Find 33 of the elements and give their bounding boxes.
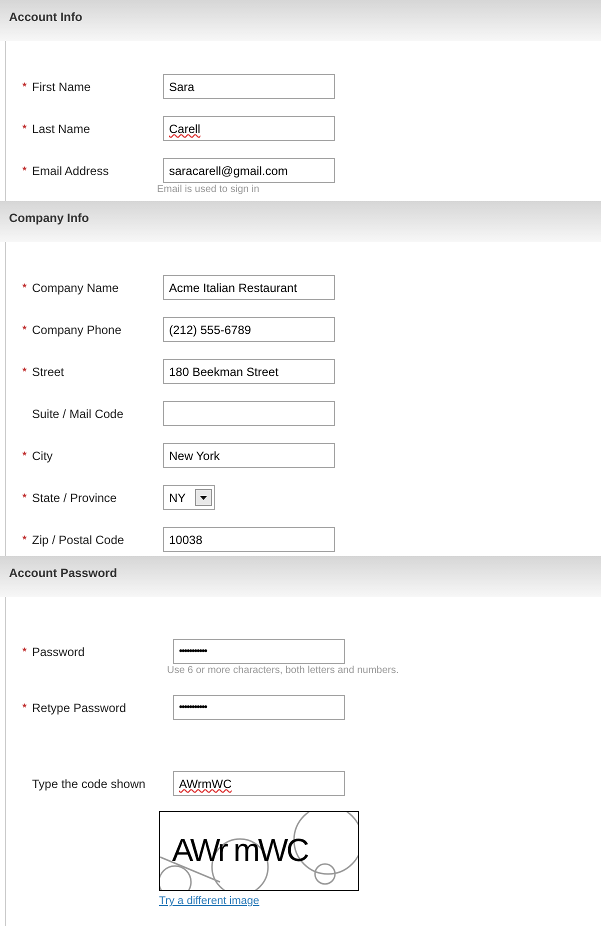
section-header: Account Password: [0, 556, 601, 597]
input-field[interactable]: (212) 555-6789: [163, 317, 335, 342]
field-label: Last Name: [32, 121, 90, 138]
input-field[interactable]: [163, 401, 335, 426]
section-header: Account Info: [0, 0, 601, 41]
input-field[interactable]: saracarell@gmail.com: [163, 158, 335, 183]
field-label: Retype Password: [32, 700, 126, 717]
field-label: Email Address: [32, 163, 109, 180]
field-hint: Use 6 or more characters, both letters and numbers.: [167, 664, 399, 678]
section-header: Company Info: [0, 201, 601, 242]
input-field[interactable]: New York: [163, 443, 335, 468]
captcha-image: AWr mWC: [159, 811, 359, 891]
field-label: Password: [32, 644, 85, 661]
field-label: First Name: [32, 79, 91, 96]
field-label: Street: [32, 364, 64, 381]
field-label: Type the code shown: [32, 776, 146, 793]
field-label: City: [32, 448, 53, 465]
password-field[interactable]: •••••••••••: [173, 639, 345, 664]
password-field[interactable]: •••••••••••: [173, 695, 345, 720]
input-field[interactable]: Sara: [163, 74, 335, 99]
input-field[interactable]: Carell: [163, 116, 335, 141]
field-label: Company Name: [32, 280, 119, 297]
input-field[interactable]: 10038: [163, 527, 335, 552]
different-image-link[interactable]: Try a different image: [159, 893, 359, 910]
field-label: State / Province: [32, 490, 117, 507]
input-field[interactable]: 180 Beekman Street: [163, 359, 335, 384]
input-field[interactable]: Acme Italian Restaurant: [163, 275, 335, 300]
field-hint: Email is used to sign in: [157, 183, 260, 197]
state-select[interactable]: NY: [163, 485, 215, 510]
code-field[interactable]: AWrmWC: [173, 771, 345, 796]
field-label: Suite / Mail Code: [32, 406, 124, 423]
field-label: Zip / Postal Code: [32, 532, 124, 549]
field-label: Company Phone: [32, 322, 122, 339]
